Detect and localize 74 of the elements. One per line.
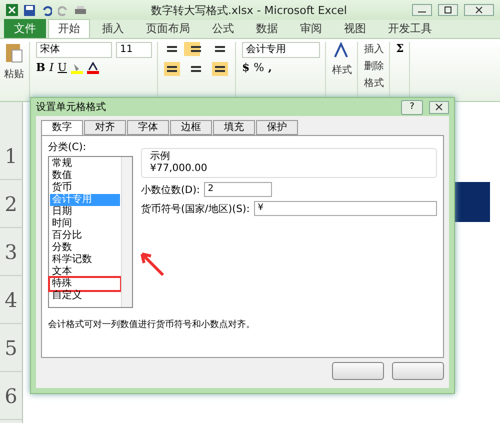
close-icon[interactable] — [464, 4, 494, 16]
ribbon-tab[interactable]: 审阅 — [290, 19, 332, 38]
file-menu-tab[interactable]: 文件 — [4, 19, 46, 38]
styles-icon[interactable] — [332, 42, 350, 60]
styles-button[interactable]: 样式 — [332, 63, 352, 77]
dialog-tab[interactable]: 填充 — [213, 120, 255, 135]
sample-label: 示例 — [150, 150, 171, 163]
undo-icon[interactable] — [41, 4, 52, 16]
percent-button[interactable]: % — [254, 61, 264, 74]
number-format-field[interactable]: 会计专用 — [242, 42, 320, 58]
italic-button[interactable]: I — [49, 61, 54, 74]
ribbon-tab[interactable]: 开发工具 — [378, 19, 442, 38]
dialog-tab[interactable]: 对齐 — [84, 120, 126, 135]
row-header[interactable]: 2 — [0, 180, 22, 228]
font-size-field[interactable]: 11 — [116, 42, 152, 58]
sample-value: ¥77,000.00 — [150, 163, 208, 174]
dialog-button[interactable] — [332, 362, 384, 380]
maximize-icon[interactable] — [438, 4, 458, 16]
excel-icon[interactable] — [6, 4, 18, 16]
font-color-icon[interactable] — [86, 62, 99, 74]
category-item[interactable]: 时间 — [50, 218, 120, 230]
row-header[interactable]: 3 — [0, 228, 22, 276]
autosum-button[interactable]: Σ — [396, 42, 404, 55]
window-title: 数字转大写格式.xlsx - Microsoft Excel — [150, 2, 348, 18]
description-text: 会计格式可对一列数值进行货币符号和小数点对齐。 — [48, 318, 256, 331]
dialog-tab[interactable]: 数字 — [41, 120, 83, 135]
decimal-places-label: 小数位数(D): — [141, 184, 200, 196]
currency-symbol-label: 货币符号(国家/地区)(S): — [141, 202, 250, 216]
category-item[interactable]: 百分比 — [50, 230, 120, 242]
scrollbar[interactable] — [121, 157, 132, 307]
category-item[interactable]: 特殊 — [50, 278, 120, 290]
ribbon-tab[interactable]: 页面布局 — [136, 19, 200, 38]
category-item[interactable]: 文本 — [50, 266, 120, 278]
cells-menu-button[interactable]: 插入 — [364, 42, 384, 56]
row-header[interactable]: 4 — [0, 276, 22, 324]
ribbon-tab[interactable]: 数据 — [246, 19, 288, 38]
ribbon-tab[interactable]: 开始 — [48, 19, 90, 38]
cells-menu-button[interactable]: 删除 — [364, 59, 384, 73]
dialog-tab[interactable]: 字体 — [127, 120, 169, 135]
comma-button[interactable]: , — [268, 61, 272, 74]
ribbon-tab[interactable]: 公式 — [202, 19, 244, 38]
category-item[interactable]: 科学记数 — [50, 254, 120, 266]
print-icon[interactable] — [75, 4, 86, 16]
font-name-field[interactable]: 宋体 — [36, 42, 112, 58]
category-item[interactable]: 分数 — [50, 242, 120, 254]
minimize-icon[interactable] — [412, 4, 432, 16]
category-item[interactable]: 日期 — [50, 206, 120, 218]
fill-color-icon[interactable] — [70, 62, 83, 74]
ribbon-tab[interactable]: 插入 — [92, 19, 134, 38]
dialog-title: 设置单元格格式 — [36, 100, 107, 114]
dialog-tab[interactable]: 边框 — [170, 120, 212, 135]
row-header[interactable]: 5 — [0, 324, 22, 372]
cells-menu-button[interactable]: 格式 — [364, 76, 384, 90]
close-icon[interactable] — [429, 100, 449, 114]
category-item[interactable]: 数值 — [50, 170, 120, 182]
decimal-places-field[interactable]: 2 — [204, 182, 272, 197]
category-item[interactable]: 常规 — [50, 158, 120, 170]
row-header[interactable]: 6 — [0, 372, 22, 420]
dialog-button[interactable] — [392, 362, 444, 380]
category-label: 分类(C): — [48, 140, 88, 154]
category-list[interactable]: 常规 数值 货币 会计专用 日期 时间 百分比 分数 科学记数 文本 特殊 自定义 — [48, 156, 133, 308]
ribbon-tab[interactable]: 视图 — [334, 19, 376, 38]
currency-symbol-field[interactable]: ¥ — [254, 201, 437, 216]
save-icon[interactable] — [24, 4, 35, 16]
currency-button[interactable]: $ — [242, 61, 250, 74]
paste-button[interactable]: 粘贴 — [4, 67, 24, 81]
paste-icon[interactable] — [4, 42, 24, 64]
dialog-tab[interactable]: 保护 — [256, 120, 298, 135]
category-item[interactable]: 自定义 — [50, 290, 120, 302]
row-header[interactable]: 1 — [0, 132, 22, 180]
category-item[interactable]: 货币 — [50, 182, 120, 194]
bold-button[interactable]: B — [36, 61, 46, 74]
underline-button[interactable]: U — [58, 61, 67, 74]
help-button[interactable]: ? — [401, 100, 423, 114]
